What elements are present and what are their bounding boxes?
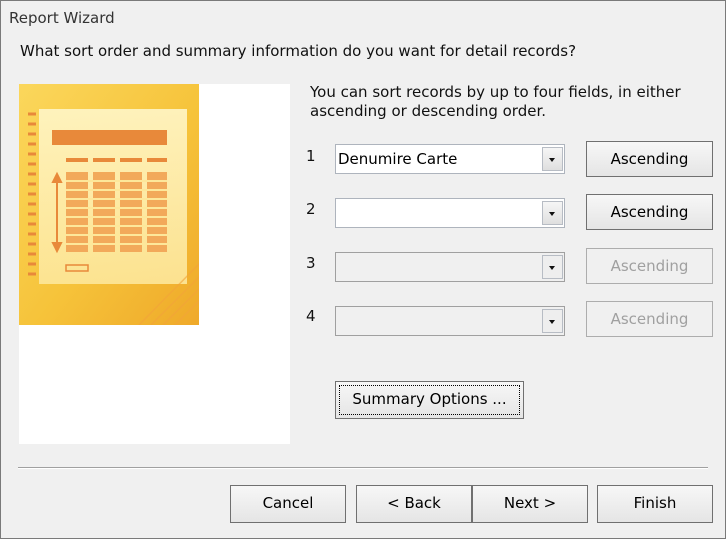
cancel-button[interactable]: Cancel bbox=[230, 485, 346, 523]
sort-field-3-combo[interactable] bbox=[335, 252, 565, 282]
footer-separator bbox=[18, 467, 708, 469]
sort-row-2-number: 2 bbox=[306, 200, 316, 218]
sort-row-3-number: 3 bbox=[306, 254, 316, 272]
sort-field-2-combo[interactable] bbox=[335, 198, 565, 228]
sort-field-1-value: Denumire Carte bbox=[338, 150, 458, 168]
back-button[interactable]: < Back bbox=[356, 485, 472, 523]
sort-order-2-button[interactable]: Ascending bbox=[586, 194, 713, 230]
title-bar[interactable]: Report Wizard bbox=[1, 1, 725, 33]
chevron-down-icon[interactable] bbox=[542, 147, 563, 171]
chevron-down-icon[interactable] bbox=[542, 255, 563, 279]
sort-field-1-combo[interactable]: Denumire Carte bbox=[335, 144, 565, 174]
report-wizard-window: Report Wizard What sort order and summar… bbox=[0, 0, 726, 539]
sort-order-3-button[interactable]: Ascending bbox=[586, 248, 713, 284]
next-button[interactable]: Next > bbox=[472, 485, 588, 523]
chevron-down-icon[interactable] bbox=[542, 201, 563, 225]
sort-row-4-number: 4 bbox=[306, 307, 316, 325]
report-preview-icon bbox=[19, 84, 199, 325]
summary-options-button[interactable]: Summary Options ... bbox=[335, 381, 524, 419]
sort-order-4-button[interactable]: Ascending bbox=[586, 301, 713, 337]
wizard-question: What sort order and summary information … bbox=[20, 42, 577, 60]
finish-button[interactable]: Finish bbox=[597, 485, 713, 523]
sort-field-4-combo[interactable] bbox=[335, 306, 565, 336]
chevron-down-icon[interactable] bbox=[542, 309, 563, 333]
sort-info-text: You can sort records by up to four field… bbox=[310, 83, 681, 120]
sort-order-1-button[interactable]: Ascending bbox=[586, 141, 713, 177]
preview-panel bbox=[19, 84, 290, 444]
window-title: Report Wizard bbox=[9, 9, 115, 27]
sort-row-1-number: 1 bbox=[306, 147, 316, 165]
